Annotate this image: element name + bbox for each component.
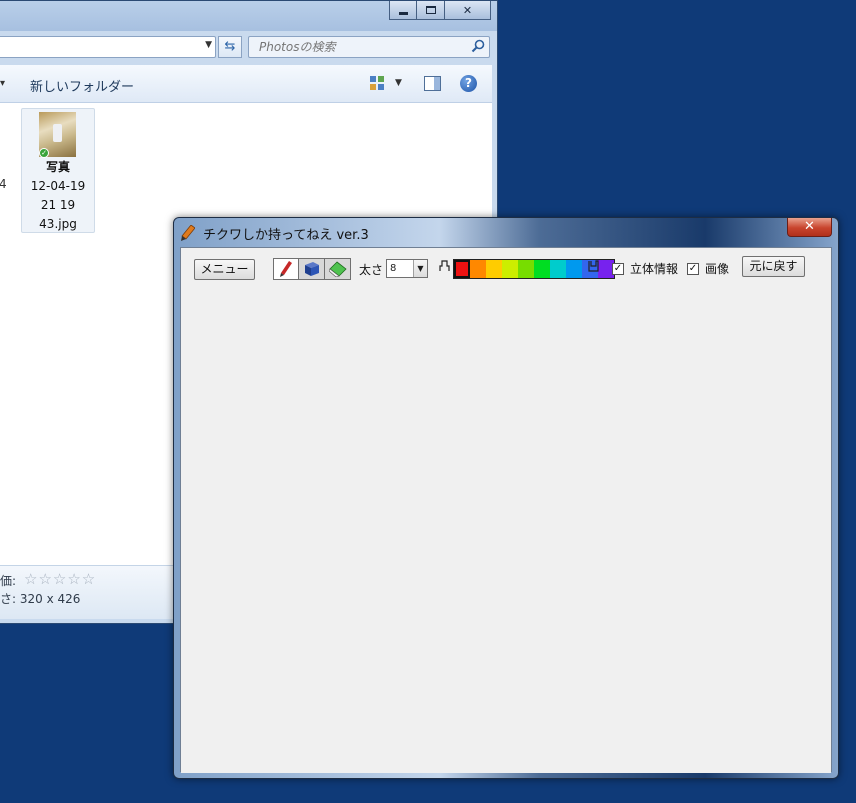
app-close-button[interactable]: ✕: [787, 218, 832, 237]
file-name-line1: 写真: [45, 160, 70, 174]
pencil-icon: [181, 225, 195, 241]
eraser-tool-button[interactable]: [325, 258, 351, 280]
thickness-label: 太さ: [359, 263, 384, 277]
pencil-tool-button[interactable]: [273, 258, 299, 280]
explorer-titlebar: ✕: [0, 1, 497, 31]
address-row: ▼ ⇆: [0, 35, 497, 59]
app-titlebar: チクワしか持ってねえ ver.3: [181, 223, 369, 243]
chevron-down-icon[interactable]: ▼: [395, 78, 402, 88]
color-swatch[interactable]: [566, 260, 582, 278]
color-swatch[interactable]: [518, 260, 534, 278]
file-item[interactable]: ✓ 写真 12-04-19 21 19 43.jpg: [21, 108, 95, 233]
dimensions-label: さ:: [0, 592, 17, 606]
color-swatch[interactable]: [454, 260, 470, 278]
command-bar: ▾ 新しいフォルダー ▼ ?: [0, 65, 492, 103]
color-swatch[interactable]: [550, 260, 566, 278]
tool-group: [273, 258, 351, 280]
dimensions-field: さ: 320 x 426: [0, 590, 80, 607]
chevron-down-icon[interactable]: ▼: [413, 260, 427, 277]
color-swatch[interactable]: [534, 260, 550, 278]
image-label: 画像: [705, 262, 730, 276]
search-input[interactable]: [249, 37, 459, 57]
undo-button[interactable]: 元に戻す: [742, 256, 805, 277]
file-name-line3: 21 19: [40, 198, 76, 212]
minimize-icon: [398, 11, 408, 15]
eraser-icon: [328, 261, 347, 277]
truncated-label: 4: [0, 177, 7, 191]
new-folder-button[interactable]: 新しいフォルダー: [30, 76, 134, 95]
lower-icon[interactable]: [588, 260, 599, 272]
drawing-canvas[interactable]: [181, 288, 831, 773]
app-toolbar: メニュー 太さ 8 ▼ ✓ 立体情報 ✓ 画像 元に戻す: [181, 248, 831, 288]
close-icon: ✕: [462, 3, 473, 17]
close-icon: ✕: [804, 219, 815, 234]
app-client-area: メニュー 太さ 8 ▼ ✓ 立体情報 ✓ 画像 元に戻す: [180, 247, 832, 773]
help-icon[interactable]: ?: [460, 75, 477, 92]
box-icon: [304, 262, 319, 276]
minimize-button[interactable]: [389, 1, 417, 20]
menu-button[interactable]: メニュー: [194, 259, 255, 280]
refresh-button[interactable]: ⇆: [218, 36, 242, 58]
preview-pane-icon[interactable]: [424, 76, 441, 91]
3d-tool-button[interactable]: [299, 258, 325, 280]
color-swatch[interactable]: [502, 260, 518, 278]
window-controls: ✕: [389, 1, 491, 20]
chevron-down-icon[interactable]: ▾: [0, 78, 5, 89]
rating-label: 価:: [0, 574, 17, 588]
file-name-line2: 12-04-19: [30, 179, 86, 193]
image-checkbox[interactable]: ✓ 画像: [687, 260, 729, 277]
maximize-button[interactable]: [417, 1, 445, 20]
color-swatch[interactable]: [470, 260, 486, 278]
file-name-line4: 43.jpg: [39, 217, 77, 231]
3d-info-checkbox[interactable]: ✓ 立体情報: [612, 260, 678, 277]
sync-check-icon: ✓: [39, 148, 49, 158]
raise-icon[interactable]: [439, 260, 450, 272]
3d-info-label: 立体情報: [630, 262, 679, 276]
dimensions-value: 320 x 426: [19, 592, 81, 606]
pencil-icon: [280, 261, 292, 277]
3d-info-check-box[interactable]: ✓: [612, 262, 624, 275]
maximize-icon: [425, 6, 436, 14]
view-options-icon[interactable]: [370, 76, 384, 90]
search-box[interactable]: [248, 36, 490, 58]
address-bar[interactable]: ▼: [0, 36, 216, 58]
close-button[interactable]: ✕: [445, 1, 491, 20]
search-icon[interactable]: [471, 39, 485, 53]
app-window: チクワしか持ってねえ ver.3 ✕ メニュー 太さ 8 ▼ ✓ 立体情報 ✓ …: [173, 217, 839, 779]
thickness-select[interactable]: 8 ▼: [386, 259, 428, 278]
color-swatch[interactable]: [486, 260, 502, 278]
refresh-icon: ⇆: [224, 39, 236, 54]
image-check-box[interactable]: ✓: [687, 262, 699, 275]
chevron-down-icon[interactable]: ▼: [205, 40, 212, 50]
app-title: チクワしか持ってねえ ver.3: [203, 227, 369, 243]
file-name: 写真 12-04-19 21 19 43.jpg: [22, 158, 94, 234]
rating-stars[interactable]: ☆☆☆☆☆: [24, 570, 96, 588]
thickness-value: 8: [390, 263, 397, 274]
